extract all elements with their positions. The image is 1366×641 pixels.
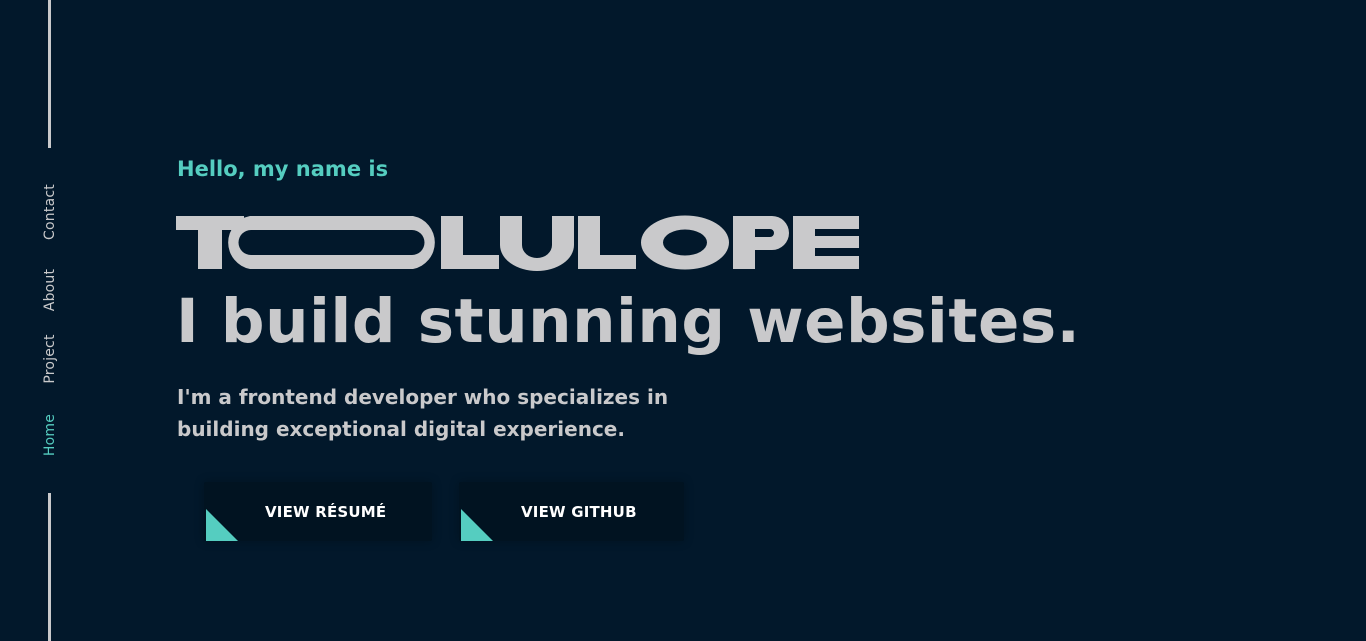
view-github-button[interactable]: VIEW GITHUB (459, 482, 684, 541)
nav-link-home[interactable]: Home (42, 414, 58, 456)
tagline-heading: I build stunning websites. (176, 286, 1081, 357)
corner-accent-icon (206, 509, 238, 541)
view-github-label: VIEW GITHUB (521, 503, 637, 521)
intro-paragraph: I'm a frontend developer who specializes… (177, 385, 669, 441)
nav-link-contact[interactable]: Contact (42, 184, 58, 240)
side-nav-line-top (48, 0, 51, 148)
nav-link-about[interactable]: About (42, 269, 58, 311)
corner-accent-icon (461, 509, 493, 541)
nav-link-project[interactable]: Project (42, 334, 58, 383)
greeting-text: Hello, my name is (177, 157, 389, 181)
view-resume-button[interactable]: VIEW RÉSUMÉ (204, 482, 432, 541)
view-resume-label: VIEW RÉSUMÉ (265, 503, 387, 521)
name-logo (176, 215, 860, 275)
name-logo-wordmark (176, 215, 859, 271)
side-nav-line-bottom (48, 493, 51, 641)
page: Contact About Project Home Hello, my nam… (0, 0, 1366, 641)
